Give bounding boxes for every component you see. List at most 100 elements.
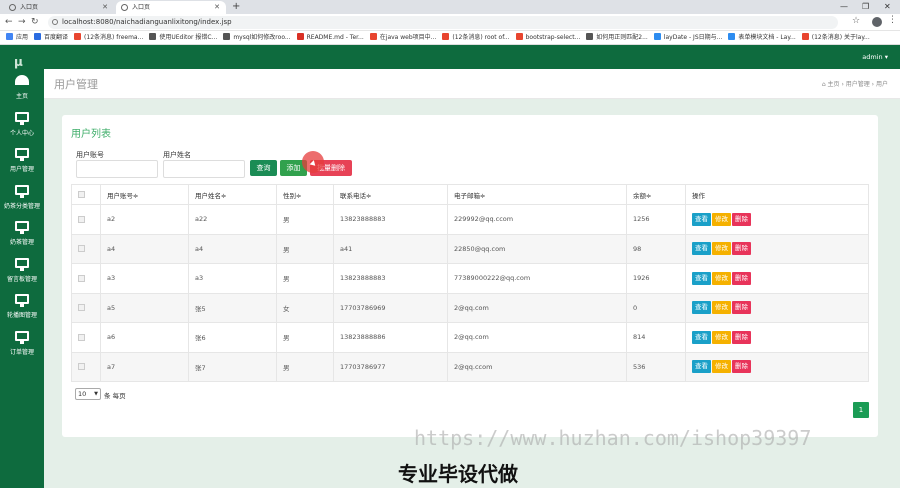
row-checkbox[interactable] — [78, 245, 85, 253]
column-header[interactable]: 电子邮箱≑ — [447, 184, 627, 205]
row-select-cell — [71, 322, 101, 353]
delete-button[interactable]: 删除 — [732, 212, 751, 226]
select-all-checkbox[interactable] — [78, 191, 85, 198]
bookmark-item[interactable]: bootstrap-select... — [515, 31, 580, 44]
user-menu[interactable]: admin ▾ — [862, 45, 888, 69]
browser-tab[interactable]: 入口页 ✕ — [4, 1, 114, 14]
delete-button[interactable]: 删除 — [732, 330, 751, 344]
cell-name: a22 — [188, 204, 277, 235]
row-checkbox[interactable] — [78, 215, 85, 223]
chevron-down-icon: ▼ — [94, 391, 98, 397]
name-filter-input[interactable] — [163, 160, 245, 178]
delete-button[interactable]: 删除 — [732, 242, 751, 256]
row-checkbox[interactable] — [78, 304, 85, 312]
maximize-icon[interactable]: ❐ — [862, 0, 869, 13]
minimize-icon[interactable]: — — [840, 0, 848, 13]
pagination-page[interactable]: 1 — [853, 402, 869, 418]
bookmark-item[interactable]: 应用 — [6, 31, 28, 44]
site-info-icon[interactable] — [52, 19, 58, 25]
bookmark-item[interactable]: 如何用正则匹配2... — [586, 31, 648, 44]
bookmark-item[interactable]: layDate - JS日期与... — [653, 31, 722, 44]
profile-avatar-icon[interactable] — [872, 17, 882, 27]
user-list-panel: 用户列表 用户账号 用户姓名 查询 添加 批量删除 用户账号≑ 用户姓名≑ 性别… — [62, 115, 878, 437]
monitor-icon — [15, 111, 29, 125]
url-input[interactable]: localhost:8080/naichadianguanlixitong/in… — [48, 16, 838, 29]
bookmark-label: README.md - Ter... — [306, 34, 364, 41]
new-tab-icon[interactable]: + — [232, 0, 240, 13]
row-checkbox[interactable] — [78, 363, 85, 371]
delete-button[interactable]: 删除 — [732, 271, 751, 285]
table-row: a4 a4 男 a41 22850@qq.com 98 查看 修改 删除 — [71, 233, 869, 264]
bookmark-favicon-icon — [515, 33, 523, 40]
bookmark-item[interactable]: (12条消息) root of... — [442, 31, 510, 44]
sidebar-item[interactable]: 轮播图管理 — [0, 294, 44, 330]
column-header[interactable]: 联系电话≑ — [333, 184, 448, 205]
bookmark-item[interactable]: 百度翻译 — [34, 31, 68, 44]
bookmark-item[interactable]: (12条消息) freema... — [74, 31, 143, 44]
name-filter-label: 用户姓名 — [163, 151, 191, 159]
column-header[interactable]: 余额≑ — [626, 184, 686, 205]
delete-button[interactable]: 删除 — [732, 301, 751, 315]
view-button[interactable]: 查看 — [692, 360, 711, 374]
edit-button[interactable]: 修改 — [712, 271, 731, 285]
bookmark-item[interactable]: 表单模块文档 - Lay... — [728, 31, 796, 44]
browser-tab-active[interactable]: 入口页 ✕ — [116, 1, 226, 14]
bookmark-item[interactable]: 使用UEditor 报错C... — [149, 31, 217, 44]
bookmark-item[interactable]: (12条消息) 关于lay... — [801, 31, 870, 44]
monitor-icon — [15, 184, 29, 198]
delete-button[interactable]: 删除 — [732, 360, 751, 374]
bookmark-item[interactable]: README.md - Ter... — [296, 31, 364, 44]
edit-button[interactable]: 修改 — [712, 330, 731, 344]
cell-phone: 13823888886 — [333, 322, 448, 353]
sidebar-item[interactable]: 奶茶管理 — [0, 221, 44, 257]
sidebar-item[interactable]: 留言板管理 — [0, 257, 44, 294]
reload-icon[interactable]: ↻ — [31, 15, 39, 30]
panel-title: 用户列表 — [71, 129, 111, 140]
row-checkbox[interactable] — [78, 274, 85, 282]
forward-icon[interactable]: → — [18, 15, 26, 30]
browser-tab-strip: 入口页 ✕ 入口页 ✕ + — ❐ ✕ — [0, 0, 900, 14]
cell-phone: 13823888883 — [333, 263, 448, 294]
view-button[interactable]: 查看 — [692, 271, 711, 285]
view-button[interactable]: 查看 — [692, 301, 711, 315]
cell-balance: 0 — [626, 292, 686, 323]
search-button[interactable]: 查询 — [250, 160, 277, 176]
table-row: a7 张7 男 17703786977 2@qq.ccom 536 查看 修改 删除 — [71, 351, 869, 382]
view-button[interactable]: 查看 — [692, 242, 711, 256]
edit-button[interactable]: 修改 — [712, 360, 731, 374]
view-button[interactable]: 查看 — [692, 212, 711, 226]
bookmark-label: 如何用正则匹配2... — [596, 34, 648, 41]
edit-button[interactable]: 修改 — [712, 212, 731, 226]
close-tab-icon[interactable]: ✕ — [102, 1, 108, 14]
sidebar-item[interactable]: 个人中心 — [0, 111, 44, 148]
monitor-icon — [15, 257, 29, 271]
cell-email: 77389000222@qq.com — [447, 263, 627, 294]
bookmark-star-icon[interactable]: ☆ — [852, 16, 860, 26]
bookmark-favicon-icon — [442, 33, 450, 40]
bookmarks-bar: 应用 百度翻译 (12条消息) freema... 使用UEditor 报错C... m… — [0, 31, 900, 45]
back-icon[interactable]: ← — [5, 15, 13, 30]
column-header[interactable]: 性别≑ — [276, 184, 334, 205]
column-header[interactable]: 用户账号≑ — [100, 184, 189, 205]
browser-menu-icon[interactable]: ⋮ — [888, 15, 897, 25]
close-window-icon[interactable]: ✕ — [884, 0, 891, 13]
bookmark-item[interactable]: 在java web项目中... — [369, 31, 436, 44]
sidebar-item[interactable]: 主页 — [0, 75, 44, 111]
table-header-row: 用户账号≑ 用户姓名≑ 性别≑ 联系电话≑ 电子邮箱≑ 余额≑ 操作 — [71, 184, 869, 205]
column-header[interactable]: 用户姓名≑ — [188, 184, 277, 205]
edit-button[interactable]: 修改 — [712, 242, 731, 256]
close-tab-icon[interactable]: ✕ — [214, 1, 220, 14]
row-select-cell — [71, 351, 101, 382]
row-checkbox[interactable] — [78, 333, 85, 341]
view-button[interactable]: 查看 — [692, 330, 711, 344]
sidebar-item[interactable]: 订单管理 — [0, 330, 44, 367]
select-all-cell — [71, 184, 101, 205]
account-filter-input[interactable] — [76, 160, 158, 178]
row-select-cell — [71, 204, 101, 235]
page-size-select[interactable]: 10 ▼ — [75, 388, 101, 400]
edit-button[interactable]: 修改 — [712, 301, 731, 315]
sidebar-item[interactable]: 奶茶分类管理 — [0, 184, 44, 221]
breadcrumb[interactable]: ⌂ 主页 › 用户管理 › 用户 — [822, 79, 888, 88]
bookmark-item[interactable]: mysql如何修改roo... — [223, 31, 291, 44]
sidebar-item[interactable]: 用户管理 — [0, 148, 44, 184]
